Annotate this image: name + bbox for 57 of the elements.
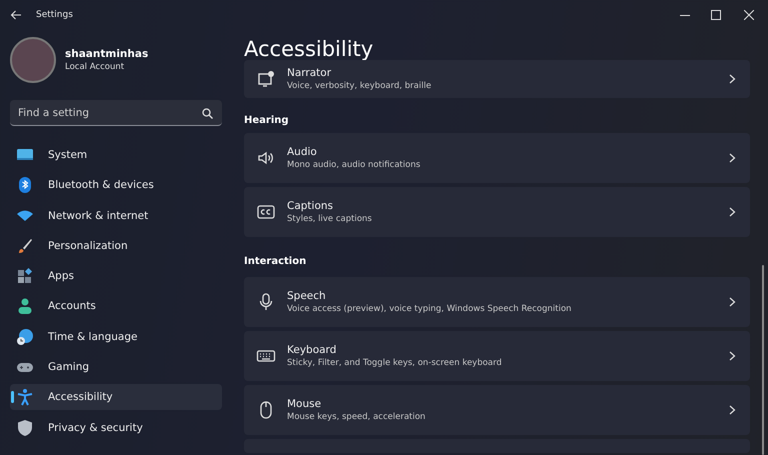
globe-icon [16,328,34,346]
card-title: Captions [287,200,334,212]
card-description: Sticky, Filter, and Toggle keys, on-screen keyboard [287,358,503,368]
chevron-right-icon [729,297,736,307]
selection-indicator [11,391,14,404]
page-title: Accessibility [244,38,374,60]
search-icon [202,108,213,119]
card-description: Voice access (preview), voice typing, Windows Speech Recognition [287,304,572,314]
chevron-right-icon [729,74,736,84]
close-icon [744,10,754,20]
card-title: Speech [287,290,327,302]
avatar-photo-placeholder [10,37,56,83]
sidebar-item[interactable]: Personalization [10,232,222,259]
back-arrow-icon [10,10,22,20]
sidebar-item[interactable]: System [10,142,222,168]
maximize-icon [710,10,720,20]
settings-card[interactable]: Audio Mono audio, audio notifications [244,133,750,183]
card-title: Keyboard [287,344,338,356]
person-icon [16,297,34,316]
search-field[interactable]: Find a setting [10,100,222,126]
account-name: shaantminhas [65,48,148,60]
card-description: Mono audio, audio notifications [287,160,422,170]
sidebar-item[interactable]: Accounts [10,293,222,320]
apps-icon [16,267,34,286]
back-button[interactable] [10,8,22,22]
settings-card[interactable]: Speech Voice access (preview), voice typing, Windows Speech Recognition [244,277,750,327]
accessibility-icon [16,388,34,406]
card-description: Voice, verbosity, keyboard, braille [287,81,432,91]
settings-card[interactable]: Narrator Voice, verbosity, keyboard, braille [244,60,750,98]
sidebar-item[interactable]: Gaming [10,354,222,380]
card-title: Audio [287,146,318,158]
card-title: Mouse [287,398,322,410]
shield-icon [16,418,34,437]
sidebar-item[interactable]: Bluetooth & devices [10,172,222,198]
chevron-right-icon [729,207,736,217]
sidebar-item[interactable]: Accessibility [10,384,222,410]
card-description: Mouse keys, speed, acceleration [287,412,426,422]
chevron-right-icon [729,153,736,163]
scrollbar[interactable] [762,265,764,455]
brush-icon [16,236,34,255]
chevron-right-icon [729,351,736,361]
chevron-right-icon [729,405,736,415]
card-description: Styles, live captions [287,214,373,224]
narrator-icon [256,69,276,89]
section-heading: Interaction [244,255,308,269]
sidebar-item[interactable]: Time & language [10,324,222,350]
section-heading: Hearing [244,114,290,128]
bluetooth-icon [16,176,34,194]
settings-card[interactable]: Captions Styles, live captions [244,187,750,237]
account-type: Local Account [65,62,126,72]
sidebar-item[interactable]: Network & internet [10,202,222,229]
settings-card[interactable]: Mouse Mouse keys, speed, acceleration [244,385,750,435]
window-title: Settings [36,10,73,20]
sidebar-item[interactable]: Privacy & security [10,414,222,441]
sidebar-item[interactable]: Apps [10,263,222,290]
card-title: Narrator [287,67,332,79]
settings-card[interactable]: Keyboard Sticky, Filter, and Toggle keys, on-screen keyboard [244,331,750,381]
